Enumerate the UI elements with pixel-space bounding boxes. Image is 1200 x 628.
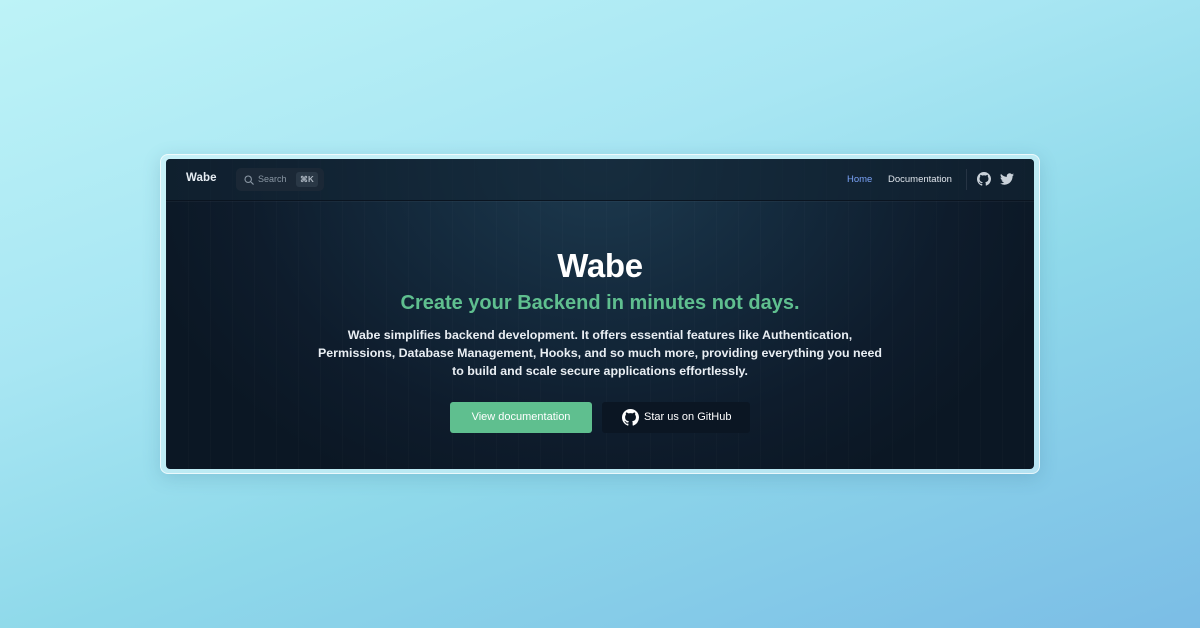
search-icon bbox=[244, 175, 254, 185]
search-shortcut-badge: ⌘K bbox=[296, 172, 318, 187]
hero-title: Wabe bbox=[557, 247, 643, 284]
twitter-icon[interactable] bbox=[1000, 172, 1014, 186]
nav-link-home[interactable]: Home bbox=[847, 174, 872, 185]
search-button[interactable]: Search ⌘K bbox=[236, 168, 324, 191]
hero-subtitle: Create your Backend in minutes not days. bbox=[400, 292, 800, 314]
top-navbar: Wabe Search ⌘K Home Documentation bbox=[166, 159, 1034, 201]
star-github-button[interactable]: Star us on GitHub bbox=[602, 402, 750, 433]
nav-link-documentation[interactable]: Documentation bbox=[888, 174, 952, 185]
github-icon[interactable] bbox=[977, 172, 991, 186]
star-github-label: Star us on GitHub bbox=[644, 411, 732, 423]
view-documentation-button[interactable]: View documentation bbox=[450, 402, 592, 433]
github-icon bbox=[622, 409, 639, 426]
search-placeholder: Search bbox=[258, 174, 287, 184]
browser-window: Wabe Search ⌘K Home Documentation Wabe C… bbox=[166, 159, 1034, 469]
hero-description: Wabe simplifies backend development. It … bbox=[318, 328, 882, 378]
nav-divider bbox=[966, 169, 967, 190]
brand-logo-text[interactable]: Wabe bbox=[186, 172, 217, 184]
